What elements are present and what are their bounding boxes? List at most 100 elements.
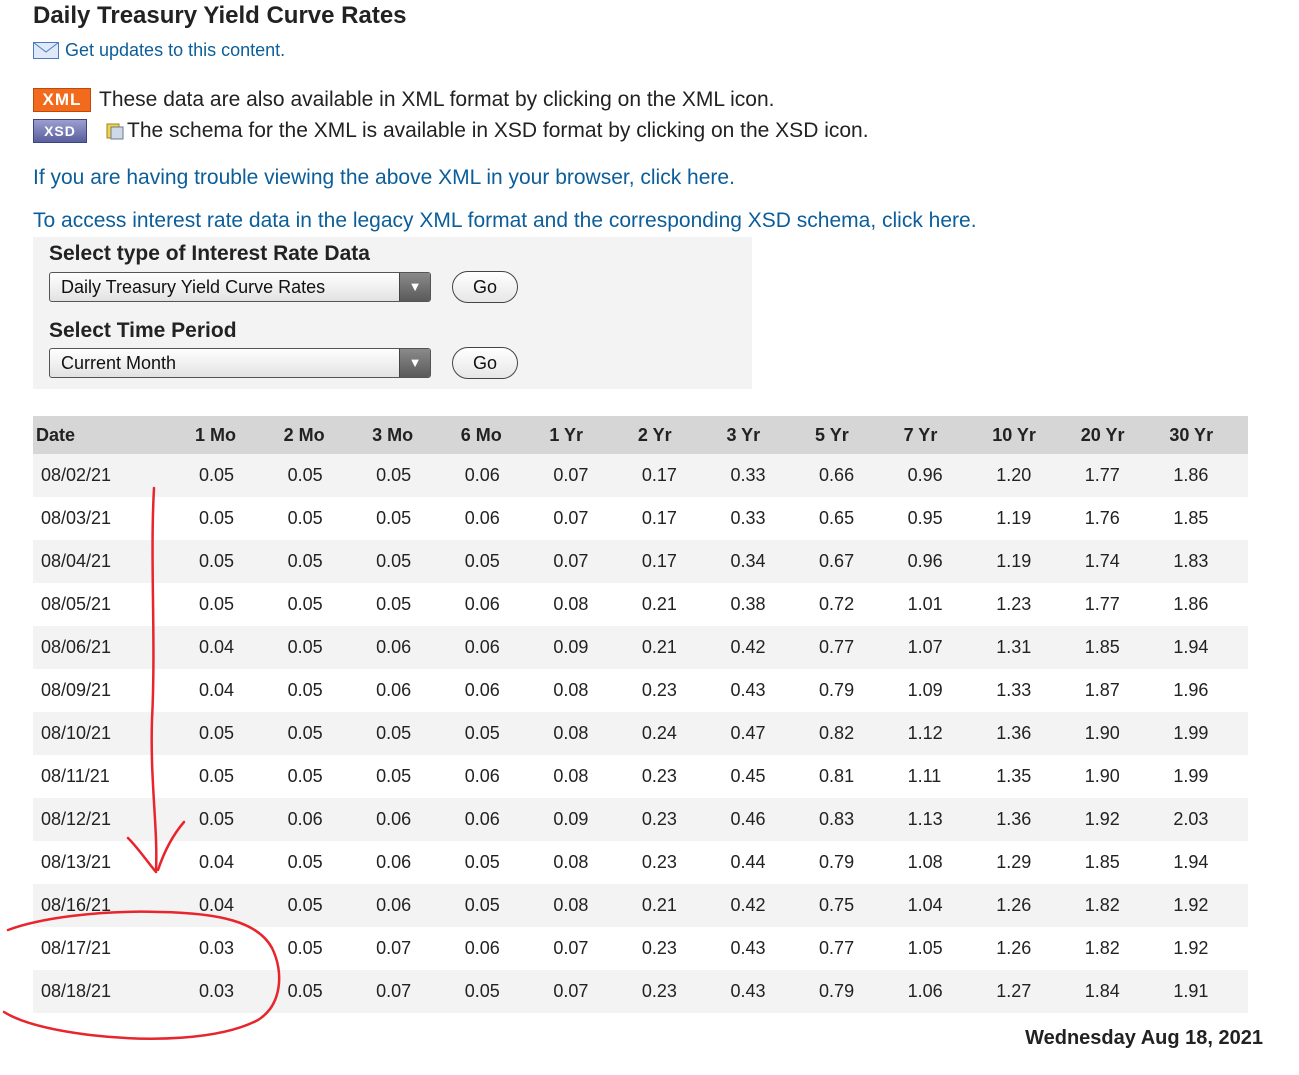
table-cell-rate: 1.87	[1070, 669, 1160, 712]
table-cell-rate: 1.99	[1159, 755, 1248, 798]
table-cell-rate: 0.08	[539, 884, 628, 927]
table-cell-date: 08/03/21	[33, 497, 185, 540]
table-cell-rate: 1.96	[1159, 669, 1248, 712]
column-header: 7 Yr	[893, 416, 983, 454]
table-cell-rate: 0.83	[805, 798, 894, 841]
table-cell-rate: 0.06	[450, 454, 540, 497]
xsd-icon[interactable]: XSD	[33, 119, 87, 143]
table-cell-rate: 0.23	[627, 798, 717, 841]
table-cell-rate: 0.43	[716, 669, 806, 712]
table-cell-rate: 0.21	[627, 884, 717, 927]
table-cell-rate: 1.92	[1159, 884, 1248, 927]
table-cell-date: 08/09/21	[33, 669, 185, 712]
rate-type-go-button[interactable]: Go	[452, 271, 518, 303]
table-cell-rate: 0.21	[627, 583, 717, 626]
interest-rate-selector: Select type of Interest Rate Data Daily …	[33, 237, 752, 389]
table-cell-rate: 0.07	[539, 540, 628, 583]
chevron-down-icon[interactable]: ▼	[399, 273, 430, 301]
table-cell-rate: 0.21	[627, 626, 717, 669]
column-header: 10 Yr	[982, 416, 1071, 454]
table-cell-rate: 0.79	[805, 669, 894, 712]
table-cell-rate: 0.44	[716, 841, 806, 884]
table-cell-rate: 0.06	[450, 669, 540, 712]
table-cell-rate: 0.05	[273, 755, 363, 798]
table-cell-rate: 0.05	[273, 540, 363, 583]
time-period-go-button[interactable]: Go	[452, 347, 518, 379]
table-cell-rate: 0.05	[273, 970, 363, 1013]
table-cell-date: 08/05/21	[33, 583, 185, 626]
table-cell-rate: 1.33	[982, 669, 1071, 712]
time-period-select[interactable]: Current Month ▼	[49, 348, 431, 378]
table-row: 08/16/21 0.04 0.05 0.06 0.05 0.08 0.21 0.42 0.75…	[33, 884, 1248, 927]
table-cell-rate: 0.07	[362, 927, 451, 970]
xml-description: These data are also available in XML for…	[99, 88, 775, 111]
column-header: 30 Yr	[1159, 416, 1248, 454]
xml-row: XML These data are also available in XML…	[33, 88, 774, 112]
table-cell-rate: 0.96	[893, 540, 983, 583]
page: Daily Treasury Yield Curve Rates Get upd…	[0, 0, 1299, 1075]
page-title: Daily Treasury Yield Curve Rates	[33, 2, 407, 29]
table-cell-rate: 1.36	[982, 712, 1071, 755]
xml-icon[interactable]: XML	[33, 88, 91, 112]
table-cell-date: 08/16/21	[33, 884, 185, 927]
table-cell-rate: 0.08	[539, 583, 628, 626]
table-cell-rate: 0.05	[273, 583, 363, 626]
mail-icon	[33, 42, 59, 59]
table-cell-rate: 1.82	[1070, 927, 1160, 970]
table-cell-rate: 0.05	[185, 755, 274, 798]
table-cell-rate: 1.36	[982, 798, 1071, 841]
table-cell-rate: 0.34	[716, 540, 806, 583]
updates-link[interactable]: Get updates to this content.	[33, 40, 285, 61]
table-cell-rate: 0.17	[627, 454, 717, 497]
table-cell-rate: 1.90	[1070, 755, 1160, 798]
rate-type-select[interactable]: Daily Treasury Yield Curve Rates ▼	[49, 272, 431, 302]
trouble-viewing-link[interactable]: If you are having trouble viewing the ab…	[33, 166, 735, 190]
table-row: 08/05/21 0.05 0.05 0.05 0.06 0.08 0.21 0.38 0.72…	[33, 583, 1248, 626]
table-cell-rate: 0.05	[362, 540, 451, 583]
table-cell-rate: 1.07	[893, 626, 983, 669]
table-cell-rate: 0.38	[716, 583, 806, 626]
xsd-row: XSD The schema for the XML is available …	[33, 119, 869, 143]
table-cell-rate: 0.04	[185, 884, 274, 927]
table-cell-rate: 0.05	[450, 970, 540, 1013]
table-cell-rate: 1.08	[893, 841, 983, 884]
period-select-label: Select Time Period	[49, 319, 237, 342]
yield-curve-table: Date 1 Mo 2 Mo 3 Mo 6 Mo 1 Yr 2 Yr 3 Yr …	[33, 416, 1248, 1013]
table-cell-date: 08/06/21	[33, 626, 185, 669]
updates-link-label[interactable]: Get updates to this content.	[65, 40, 285, 61]
table-cell-rate: 0.75	[805, 884, 894, 927]
legacy-xml-link[interactable]: To access interest rate data in the lega…	[33, 209, 977, 233]
table-cell-rate: 0.05	[273, 454, 363, 497]
table-cell-rate: 0.77	[805, 626, 894, 669]
table-cell-date: 08/18/21	[33, 970, 185, 1013]
table-cell-rate: 0.04	[185, 626, 274, 669]
table-cell-rate: 2.03	[1159, 798, 1248, 841]
column-header: 3 Yr	[716, 416, 806, 454]
table-cell-rate: 1.35	[982, 755, 1071, 798]
table-cell-rate: 0.05	[362, 583, 451, 626]
table-cell-rate: 0.66	[805, 454, 894, 497]
table-cell-rate: 0.23	[627, 669, 717, 712]
table-cell-rate: 0.06	[450, 798, 540, 841]
table-cell-rate: 0.05	[185, 712, 274, 755]
table-cell-rate: 1.91	[1159, 970, 1248, 1013]
table-cell-rate: 0.07	[539, 454, 628, 497]
table-cell-rate: 0.09	[539, 798, 628, 841]
table-cell-rate: 0.05	[185, 454, 274, 497]
table-cell-rate: 1.84	[1070, 970, 1160, 1013]
table-cell-rate: 0.03	[185, 927, 274, 970]
table-cell-rate: 0.46	[716, 798, 806, 841]
table-cell-rate: 0.05	[273, 669, 363, 712]
chevron-down-icon[interactable]: ▼	[399, 349, 430, 377]
table-cell-rate: 1.01	[893, 583, 983, 626]
table-cell-rate: 0.65	[805, 497, 894, 540]
column-header: 1 Mo	[185, 416, 274, 454]
table-cell-rate: 0.06	[450, 755, 540, 798]
table-cell-rate: 0.33	[716, 497, 806, 540]
xsd-description: The schema for the XML is available in X…	[127, 119, 869, 142]
table-cell-rate: 1.83	[1159, 540, 1248, 583]
table-cell-rate: 0.05	[450, 841, 540, 884]
table-row: 08/03/21 0.05 0.05 0.05 0.06 0.07 0.17 0.33 0.65…	[33, 497, 1248, 540]
table-cell-rate: 0.05	[450, 712, 540, 755]
table-cell-rate: 1.86	[1159, 454, 1248, 497]
